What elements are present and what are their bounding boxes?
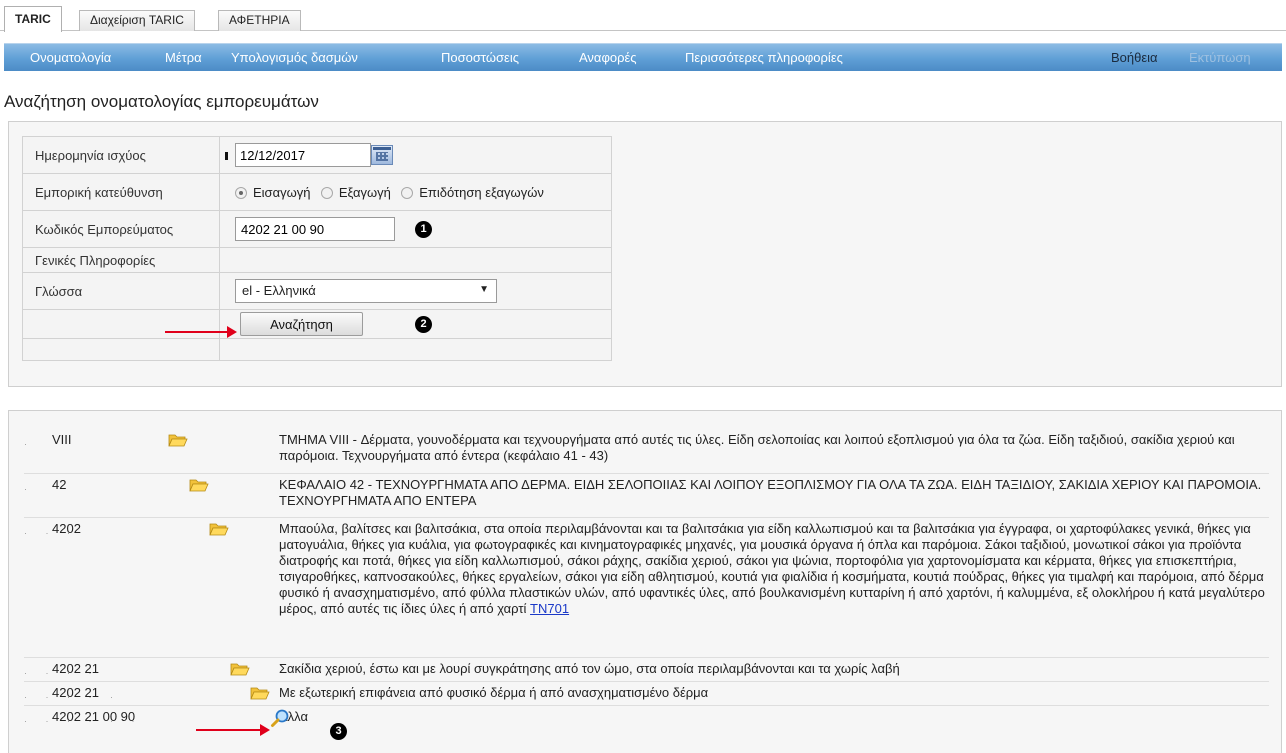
main-menu-bar: Ονοματολογία Μέτρα Υπολογισμός δασμών Πο…: [4, 43, 1282, 71]
result-description: Με εξωτερική επιφάνεια από φυσικό δέρμα …: [279, 681, 1269, 706]
annotation-badge-3: 3: [330, 723, 347, 740]
result-row: · · · 4202 Μπαούλα, βαλίτσες και βαλιτσά…: [24, 517, 1269, 658]
radio-import-label: Εισαγωγή: [253, 184, 311, 200]
result-description: Μπαούλα, βαλίτσες και βαλιτσάκια, στα οπ…: [279, 520, 1265, 616]
result-row: · · · · 4202 21 Σακίδια χεριού, έστω και…: [24, 657, 1269, 682]
result-description: Σακίδια χεριού, έστω και με λουρί συγκρά…: [279, 657, 1269, 682]
top-tab-bar: TARIC Διαχείριση TARIC ΑΦΕΤΗΡΙΑ: [0, 0, 1286, 32]
language-label: Γλώσσα: [22, 272, 220, 310]
result-row: · · · · · 4202 21 Με εξωτερική επιφάνεια…: [24, 681, 1269, 706]
dropdown-arrow-icon: ▼: [479, 284, 489, 295]
annotation-arrow-search: [165, 326, 237, 338]
required-marker: [225, 152, 228, 160]
annotation-badge-1: 1: [415, 221, 432, 238]
annotation-badge-2: 2: [415, 316, 432, 333]
result-description: Άλλα: [279, 708, 308, 724]
radio-export-label: Εξαγωγή: [338, 184, 391, 200]
menu-quotas[interactable]: Ποσοστώσεις: [441, 50, 519, 65]
tab-taric[interactable]: TARIC: [4, 6, 62, 32]
menu-help[interactable]: Βοήθεια: [1111, 50, 1158, 65]
language-select-value: el - Ελληνικά: [242, 283, 316, 298]
tab-taric-management[interactable]: Διαχείριση TARIC: [79, 10, 195, 31]
radio-export-refund-label: Επιδότηση εξαγωγών: [419, 184, 544, 200]
menu-print[interactable]: Εκτύπωση: [1189, 50, 1251, 65]
date-label: Ημερομηνία ισχύος: [22, 136, 220, 174]
page-title: Αναζήτηση ονοματολογίας εμπορευμάτων: [4, 92, 319, 111]
folder-open-icon[interactable]: [189, 477, 209, 492]
code-label: Κωδικός Εμπορεύματος: [22, 210, 220, 248]
commodity-code-input[interactable]: [235, 217, 395, 241]
radio-import[interactable]: [235, 186, 247, 199]
menu-measures[interactable]: Μέτρα: [165, 50, 202, 65]
folder-open-icon[interactable]: [168, 432, 188, 447]
result-code: VIII: [52, 432, 72, 447]
result-row: · VIII ΤΜΗΜΑ VIII - Δέρματα, γουνοδέρματ…: [24, 429, 1269, 474]
result-row: · · · · · · 4202 21 00 90 Άλλα: [24, 705, 1269, 731]
general-info-label: Γενικές Πληροφορίες: [22, 247, 220, 273]
result-code: 4202 21: [52, 660, 99, 676]
result-row: · 42 ΚΕΦΑΛΑΙΟ 42 - ΤΕΧΝΟΥΡΓΗΜΑΤΑ ΑΠΟ ΔΕΡ…: [24, 473, 1269, 518]
menu-more-info[interactable]: Περισσότερες πληροφορίες: [685, 50, 843, 65]
menu-nomenclature[interactable]: Ονοματολογία: [30, 50, 111, 65]
magnifier-icon[interactable]: [270, 708, 290, 728]
note-link[interactable]: TN701: [530, 601, 569, 616]
folder-open-icon[interactable]: [209, 521, 229, 536]
result-code: 4202: [52, 520, 81, 536]
menu-duty-calculation[interactable]: Υπολογισμός δασμών: [231, 50, 358, 65]
direction-label: Εμπορική κατεύθυνση: [22, 173, 220, 211]
search-form: Ημερομηνία ισχύος Εμπορική κατεύθυνση Ει…: [22, 136, 612, 361]
language-select[interactable]: el - Ελληνικά ▼: [235, 279, 497, 303]
result-code: 42: [52, 476, 67, 492]
menu-reports[interactable]: Αναφορές: [579, 50, 637, 65]
radio-export[interactable]: [320, 186, 333, 199]
calendar-icon[interactable]: [371, 145, 393, 165]
search-button[interactable]: Αναζήτηση: [240, 312, 363, 336]
result-description: ΚΕΦΑΛΑΙΟ 42 - ΤΕΧΝΟΥΡΓΗΜΑΤΑ ΑΠΟ ΔΕΡΜΑ. Ε…: [279, 473, 1269, 518]
result-description: ΤΜΗΜΑ VIII - Δέρματα, γουνοδέρματα και τ…: [279, 429, 1269, 474]
result-code: 4202 21: [52, 684, 99, 700]
folder-open-icon[interactable]: [230, 661, 250, 676]
result-code: 4202 21 00 90: [52, 708, 136, 724]
tab-afetiria[interactable]: ΑΦΕΤΗΡΙΑ: [218, 10, 301, 31]
date-input[interactable]: [235, 143, 371, 167]
annotation-arrow-result: [196, 724, 270, 736]
folder-open-icon[interactable]: [250, 685, 270, 700]
radio-export-refund[interactable]: [401, 186, 414, 199]
results-table: · VIII ΤΜΗΜΑ VIII - Δέρματα, γουνοδέρματ…: [24, 429, 1269, 731]
